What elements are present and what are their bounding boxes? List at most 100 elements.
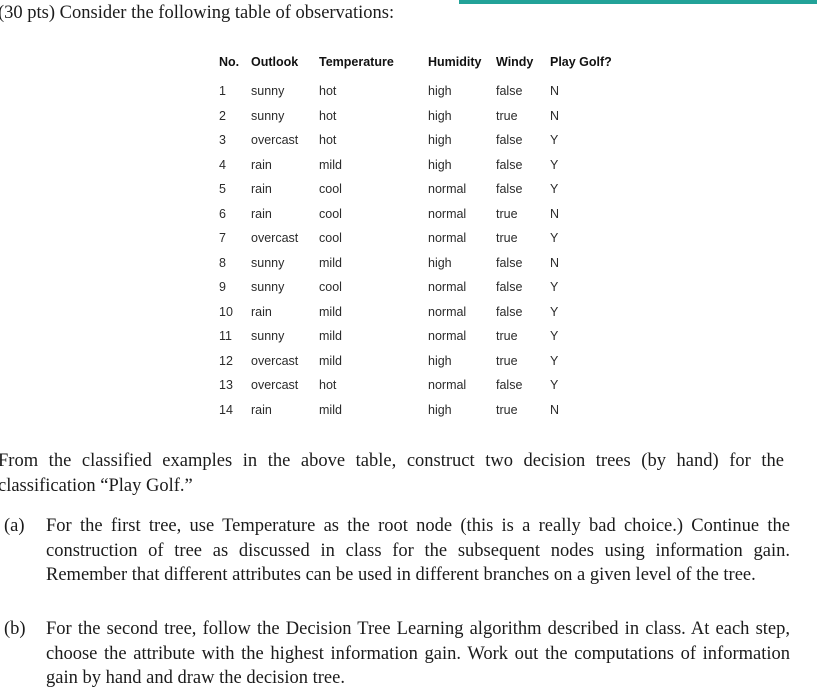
cell-humidity: normal [428, 206, 467, 221]
cell-windy: true [496, 231, 518, 246]
cell-no: 6 [219, 206, 226, 221]
table-row: 14 rain mild high true N [219, 398, 612, 423]
cell-temperature: hot [319, 133, 337, 148]
column-header-play-golf: Play Golf? [550, 55, 612, 69]
column-header-temperature: Temperature [319, 55, 394, 69]
cell-windy: true [496, 108, 518, 123]
cell-play-golf: Y [550, 231, 559, 246]
cell-temperature: cool [319, 280, 342, 295]
cell-outlook: rain [251, 304, 272, 319]
table-row: 3 overcast hot high false Y [219, 128, 612, 153]
cell-play-golf: N [550, 108, 560, 123]
table-row: 9 sunny cool normal false Y [219, 275, 612, 300]
cell-humidity: high [428, 353, 452, 368]
cell-humidity: normal [428, 280, 467, 295]
cell-temperature: mild [319, 353, 342, 368]
item-b-label: (b) [4, 619, 26, 639]
cell-no: 1 [219, 84, 226, 99]
cell-windy: false [496, 157, 523, 172]
cell-temperature: hot [319, 108, 337, 123]
cell-play-golf: N [550, 84, 560, 99]
cell-temperature: hot [319, 378, 337, 393]
cell-play-golf: N [550, 255, 560, 270]
cell-outlook: rain [251, 182, 272, 197]
cell-outlook: rain [251, 206, 272, 221]
cell-humidity: high [428, 133, 452, 148]
table-row: 4 rain mild high false Y [219, 153, 612, 178]
cell-no: 3 [219, 133, 226, 148]
cell-humidity: high [428, 108, 452, 123]
cell-play-golf: Y [550, 304, 559, 319]
table-row: 5 rain cool normal false Y [219, 177, 612, 202]
cell-no: 5 [219, 182, 226, 197]
item-a-label: (a) [4, 516, 25, 536]
cell-outlook: overcast [251, 133, 299, 148]
cell-play-golf: Y [550, 353, 559, 368]
cell-temperature: mild [319, 157, 342, 172]
cell-humidity: normal [428, 182, 467, 197]
question-item-b: (b) For the second tree, follow the Deci… [0, 617, 800, 691]
classified-examples-paragraph: From the classified examples in the abov… [0, 451, 784, 496]
cell-no: 12 [219, 353, 233, 368]
cell-outlook: sunny [251, 280, 285, 295]
cell-temperature: cool [319, 182, 342, 197]
cell-windy: false [496, 133, 523, 148]
item-a-text: For the first tree, use Temperature as t… [46, 516, 790, 585]
cell-windy: false [496, 84, 523, 99]
cell-no: 13 [219, 378, 233, 393]
cell-outlook: overcast [251, 378, 299, 393]
cell-humidity: normal [428, 231, 467, 246]
table-row: 12 overcast mild high true Y [219, 349, 612, 374]
cell-windy: false [496, 255, 523, 270]
cell-no: 9 [219, 280, 226, 295]
cell-outlook: sunny [251, 108, 285, 123]
observations-table: No. Outlook Temperature Humidity Windy P… [219, 55, 612, 422]
table-header: No. Outlook Temperature Humidity Windy P… [219, 55, 612, 79]
cell-windy: true [496, 353, 518, 368]
cell-windy: true [496, 329, 518, 344]
cell-no: 14 [219, 402, 233, 417]
cell-temperature: mild [319, 329, 342, 344]
column-header-no: No. [219, 55, 240, 69]
cell-temperature: hot [319, 84, 337, 99]
table-body: 1 sunny hot high false N 2 sunny hot high true N 3 ov… [219, 79, 612, 422]
cell-no: 11 [219, 329, 232, 344]
table-row: 6 rain cool normal true N [219, 202, 612, 227]
cell-temperature: mild [319, 402, 342, 417]
cell-outlook: overcast [251, 231, 299, 246]
cell-play-golf: Y [550, 182, 559, 197]
cell-windy: false [496, 182, 523, 197]
cell-windy: false [496, 304, 523, 319]
cell-outlook: sunny [251, 329, 285, 344]
column-header-outlook: Outlook [251, 55, 299, 69]
table-row: 7 overcast cool normal true Y [219, 226, 612, 251]
cell-windy: false [496, 378, 523, 393]
cell-play-golf: Y [550, 378, 559, 393]
cell-temperature: mild [319, 304, 342, 319]
cell-play-golf: Y [550, 280, 559, 295]
cell-humidity: high [428, 402, 452, 417]
cell-play-golf: Y [550, 329, 559, 344]
cell-temperature: mild [319, 255, 342, 270]
cell-no: 10 [219, 304, 233, 319]
cell-humidity: high [428, 84, 452, 99]
table-row: 13 overcast hot normal false Y [219, 373, 612, 398]
cell-no: 8 [219, 255, 226, 270]
cell-no: 4 [219, 157, 226, 172]
observations-table-container: No. Outlook Temperature Humidity Windy P… [219, 55, 612, 422]
cell-windy: false [496, 280, 523, 295]
item-b-text: For the second tree, follow the Decision… [46, 619, 790, 688]
cell-outlook: overcast [251, 353, 299, 368]
table-row: 2 sunny hot high true N [219, 104, 612, 129]
table-row: 8 sunny mild high false N [219, 251, 612, 276]
cell-humidity: normal [428, 329, 467, 344]
cell-play-golf: N [550, 402, 560, 417]
cell-play-golf: Y [550, 133, 559, 148]
cell-temperature: cool [319, 231, 342, 246]
cell-no: 7 [219, 231, 226, 246]
column-header-humidity: Humidity [428, 55, 482, 69]
cell-outlook: sunny [251, 255, 285, 270]
cell-humidity: normal [428, 378, 467, 393]
table-row: 1 sunny hot high false N [219, 79, 612, 104]
cell-temperature: cool [319, 206, 342, 221]
